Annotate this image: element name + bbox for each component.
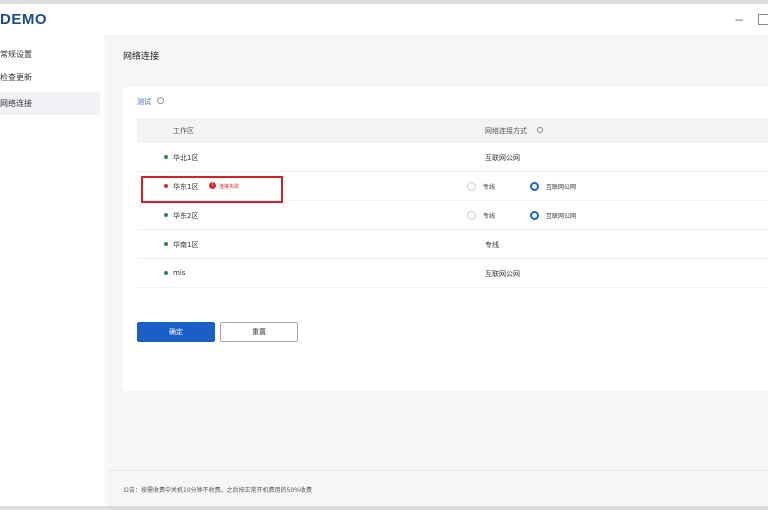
test-link[interactable]: 测试 <box>137 97 151 107</box>
sidebar-item-check-updates[interactable]: 检查更新 <box>0 66 100 89</box>
table-header: 工作区 网络连接方式 <box>137 118 768 143</box>
status-dot-icon <box>164 155 168 159</box>
sidebar-item-label: 常规设置 <box>0 50 32 59</box>
radio-dedicated-line[interactable] <box>467 211 476 220</box>
status-dot-icon <box>164 213 168 217</box>
main-panel: 网络连接 测试 工作区 网络连接方式 华北1区 互联网公网 华东1区 ! 连接失… <box>107 35 768 502</box>
zone-name: 华东2区 <box>173 212 199 220</box>
help-icon[interactable] <box>537 127 543 133</box>
minimize-icon[interactable]: − <box>734 13 744 27</box>
zone-name: 华南1区 <box>173 241 199 249</box>
reset-button[interactable]: 重置 <box>220 322 298 342</box>
radio-label: 互联网公网 <box>546 213 577 220</box>
table-row: 华北1区 互联网公网 <box>137 143 768 172</box>
connection-method: 互联网公网 <box>485 154 520 162</box>
network-card: 测试 工作区 网络连接方式 华北1区 互联网公网 华东1区 ! 连接失败 专线 <box>123 87 768 391</box>
footer-notice: 公告：按需收费中关机10分钟不收费。之后按正常开机费用的50%收费 <box>123 487 312 494</box>
table-row: 华南1区 专线 <box>137 230 768 259</box>
radio-label: 专线 <box>483 184 496 191</box>
column-header-method: 网络连接方式 <box>485 127 527 135</box>
app-logo: DEMO <box>0 11 47 28</box>
page-title: 网络连接 <box>123 52 160 62</box>
info-icon[interactable] <box>157 97 164 104</box>
radio-public-internet[interactable] <box>530 211 539 220</box>
sidebar: 常规设置 检查更新 网络连接 <box>0 35 106 502</box>
sidebar-item-label: 检查更新 <box>0 73 32 82</box>
status-dot-icon <box>164 242 168 246</box>
maximize-icon[interactable] <box>758 14 768 25</box>
title-bar: DEMO − <box>0 4 768 38</box>
footer-bar: 公告：按需收费中关机10分钟不收费。之后按正常开机费用的50%收费 <box>107 470 768 506</box>
connection-method: 互联网公网 <box>485 270 520 278</box>
radio-dedicated-line[interactable] <box>467 182 476 191</box>
sidebar-item-general-settings[interactable]: 常规设置 <box>0 43 100 66</box>
sidebar-item-network-connection[interactable]: 网络连接 <box>0 92 100 115</box>
table-row: mis 互联网公网 <box>137 259 768 288</box>
radio-label: 专线 <box>483 213 496 220</box>
status-dot-icon <box>164 271 168 275</box>
radio-public-internet[interactable] <box>530 182 539 191</box>
sidebar-item-label: 网络连接 <box>0 99 32 108</box>
radio-label: 互联网公网 <box>546 184 577 191</box>
connection-method: 专线 <box>485 241 499 249</box>
confirm-button[interactable]: 确定 <box>137 322 215 342</box>
zone-name: mis <box>173 269 186 277</box>
zone-table: 工作区 网络连接方式 华北1区 互联网公网 华东1区 ! 连接失败 专线 互联网… <box>137 118 768 288</box>
error-highlight-box <box>141 176 283 203</box>
column-header-zone: 工作区 <box>173 127 194 135</box>
table-row: 华东2区 专线 互联网公网 <box>137 201 768 230</box>
zone-name: 华北1区 <box>173 154 199 162</box>
